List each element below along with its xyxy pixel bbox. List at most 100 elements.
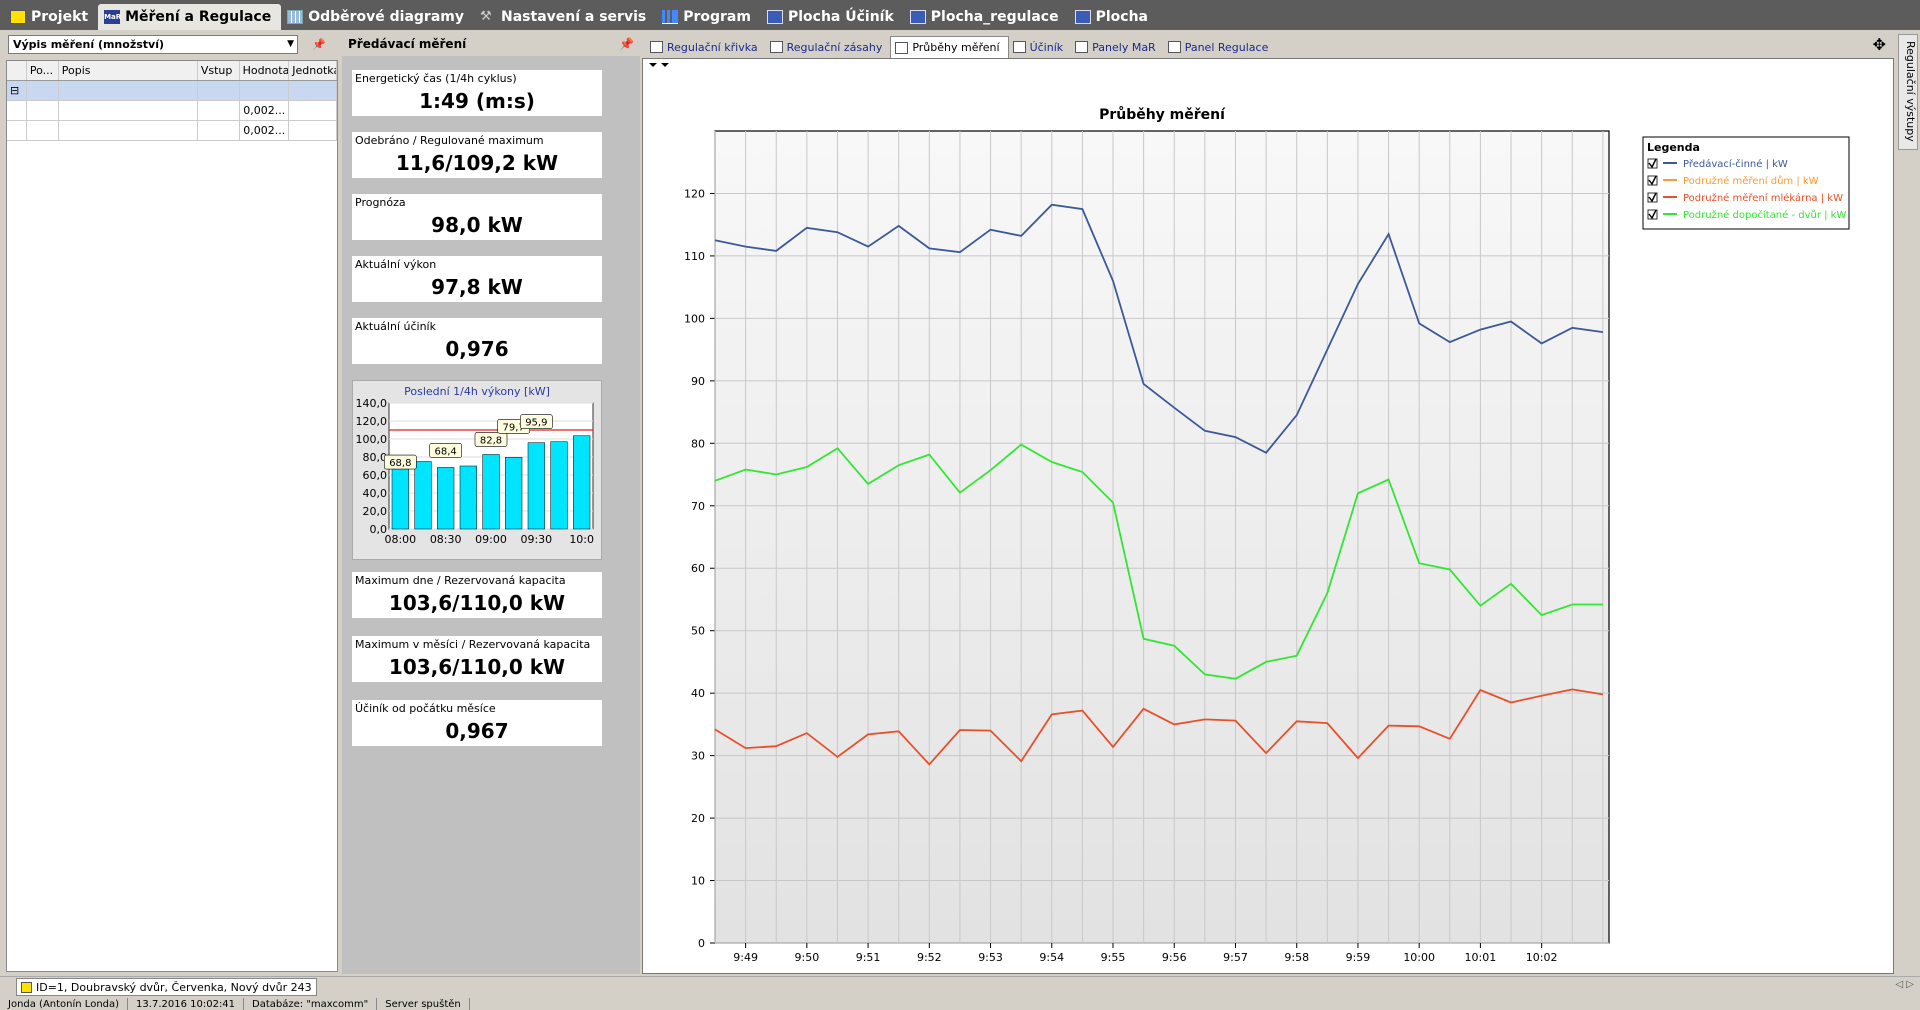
y-tick-label: 90 — [691, 375, 705, 388]
y-tick-label: 120 — [684, 187, 705, 200]
pin-icon[interactable]: 📌 — [619, 37, 634, 51]
y-tick-label: 110 — [684, 250, 705, 263]
mini-xtick-label: 08:30 — [430, 533, 462, 546]
mini-bar[interactable] — [459, 465, 477, 530]
pin-icon[interactable]: 📌 — [312, 38, 326, 51]
metric-label: Odebráno / Regulované maximum — [355, 134, 544, 147]
x-tick-label: 9:51 — [856, 951, 881, 964]
chart-tab-panely-mar[interactable]: Panely MaR — [1071, 36, 1164, 58]
metric-value: 97,8 kW — [431, 275, 523, 299]
y-tick-label: 30 — [691, 750, 705, 763]
main-tab-mereni-a-regulace[interactable]: MaR Měření a Regulace — [98, 4, 282, 30]
regulation-outputs-side-button[interactable]: Regulační výstupy — [1898, 34, 1918, 150]
legend-entry[interactable]: Podružné měření dům | kW — [1683, 175, 1819, 187]
table-row[interactable]: ⊟ — [7, 81, 337, 101]
x-tick-label: 9:57 — [1223, 951, 1248, 964]
mini-bar[interactable] — [391, 466, 409, 530]
y-tick-label: 40 — [691, 687, 705, 700]
mini-xtick-label: 08:00 — [384, 533, 416, 546]
mini-ytick-label: 120,0 — [356, 415, 388, 428]
mini-data-label: 95,9 — [525, 418, 547, 429]
tab-scroll-arrows-icon[interactable]: ◁ ▷ — [1895, 979, 1914, 990]
status-datetime: 13.7.2016 10:02:41 — [128, 998, 245, 1010]
metric-label: Prognóza — [355, 196, 406, 209]
x-tick-label: 9:52 — [917, 951, 942, 964]
last-quarter-hour-chart: Poslední 1/4h výkony [kW] 0,0 20,0 40,0 60,0… — [352, 380, 602, 560]
metric-card-maximum-v-mesici-rezervovana-k: Maximum v měsíci / Rezervovaná kapacita 1… — [352, 636, 602, 682]
measurement-list-panel: Výpis měření (množství) ▼ 📌 Po... Popis V… — [4, 32, 338, 974]
mini-bar[interactable] — [482, 454, 500, 530]
main-tab-plocha-ucinik[interactable]: Plocha Účiník — [761, 4, 904, 30]
column-header-hodnota[interactable]: Hodnota — [240, 61, 290, 80]
table-cell-value — [240, 81, 290, 100]
mini-data-label: 68,4 — [435, 446, 457, 457]
table-cell — [59, 101, 198, 120]
measurement-line-chart-svg: Průběhy měření 0 10 20 30 40 50 60 70 80 90 100 110 1… — [643, 59, 1893, 973]
main-tab-label: Projekt — [31, 9, 89, 25]
x-tick-label: 10:00 — [1403, 951, 1435, 964]
metric-value: 98,0 kW — [431, 213, 523, 237]
table-row[interactable]: 0,002... — [7, 121, 337, 141]
main-tab-plocha-regulace[interactable]: Plocha_regulace — [904, 4, 1069, 30]
chart-panel: Regulační křivka Regulační zásahy Průběhy … — [642, 32, 1896, 974]
mini-bar[interactable] — [527, 442, 545, 530]
chart-title: Průběhy měření — [1099, 106, 1226, 123]
main-tab-label: Měření a Regulace — [125, 9, 272, 25]
chart-tab-label: Účiník — [1029, 40, 1064, 54]
plocha-icon — [1074, 10, 1091, 24]
y-tick-label: 20 — [691, 812, 705, 825]
chart-tab-regulacni-zasahy[interactable]: Regulační zásahy — [766, 36, 891, 58]
metric-label: Energetický čas (1/4h cyklus) — [355, 72, 517, 85]
move-icon[interactable]: ✥ — [1873, 35, 1886, 54]
chart-tab-ucinik[interactable]: Účiník — [1009, 36, 1072, 58]
chart-area: Průběhy měření 0 10 20 30 40 50 60 70 80 90 100 110 1… — [642, 58, 1894, 974]
main-tab-plocha[interactable]: Plocha — [1069, 4, 1158, 30]
column-header-popis[interactable]: Popis — [59, 61, 198, 80]
chart-tab-prubehy-mereni[interactable]: Průběhy měření — [890, 36, 1009, 58]
main-tab-label: Plocha — [1095, 9, 1148, 25]
x-tick-label: 9:55 — [1101, 951, 1126, 964]
table-cell — [198, 101, 240, 120]
project-tab[interactable]: ID=1, Doubravský dvůr, Červenka, Nový dv… — [16, 978, 317, 996]
mini-bar[interactable] — [550, 441, 568, 530]
main-tab-program[interactable]: Program — [656, 4, 761, 30]
mini-bar[interactable] — [505, 457, 523, 530]
metric-card-odebrano-regulovane-maximum: Odebráno / Regulované maximum 11,6/109,2 … — [352, 132, 602, 178]
column-header-jednotka[interactable]: Jednotka — [289, 61, 337, 80]
mini-xtick-label: 09:30 — [520, 533, 552, 546]
transfer-measurement-panel: Předávací měření 📌 Energetický čas (1/4h… — [342, 32, 640, 974]
table-cell — [59, 81, 198, 100]
metric-value: 103,6/110,0 kW — [388, 591, 566, 615]
mini-ytick-label: 80,0 — [363, 451, 388, 464]
wrench-icon: ⚒ — [480, 9, 492, 24]
expand-icon[interactable]: ⊟ — [7, 81, 27, 100]
main-tab-projekt[interactable]: Projekt — [4, 4, 98, 30]
chart-tab-panel-regulace[interactable]: Panel Regulace — [1164, 36, 1277, 58]
mini-bar[interactable] — [414, 461, 432, 530]
legend-entry[interactable]: Předávací-činné | kW — [1683, 158, 1788, 170]
mini-xtick-label: 09:00 — [475, 533, 507, 546]
chevron-down-icon[interactable]: ▼ — [287, 36, 294, 53]
measurement-selector[interactable]: Výpis měření (množství) ▼ — [8, 34, 298, 54]
metric-value: 11,6/109,2 kW — [395, 151, 559, 175]
x-tick-label: 10:01 — [1465, 951, 1497, 964]
main-tab-nastaveni-a-servis[interactable]: ⚒ Nastavení a servis — [474, 4, 656, 30]
bars-icon — [662, 10, 679, 24]
table-header-row: Po... Popis Vstup Hodnota Jednotka — [7, 61, 337, 81]
main-tab-odberove-diagramy[interactable]: Odběrové diagramy — [281, 4, 474, 30]
mini-bar-chart-svg: Poslední 1/4h výkony [kW]0,020,040,060,0… — [356, 385, 595, 546]
plot-area — [714, 130, 1610, 944]
mini-bar[interactable] — [437, 467, 455, 530]
mini-bar[interactable] — [573, 435, 591, 530]
table-cell — [198, 121, 240, 140]
metric-value: 103,6/110,0 kW — [388, 655, 566, 679]
table-row[interactable]: 0,002... — [7, 101, 337, 121]
column-header-po[interactable]: Po... — [27, 61, 59, 80]
table-cell — [27, 101, 59, 120]
legend-entry[interactable]: Podružné měření mlékárna | kW — [1683, 192, 1843, 204]
chart-tab-regulacni-krivka[interactable]: Regulační křivka — [646, 36, 766, 58]
project-tab-bar: ID=1, Doubravský dvůr, Červenka, Nový dv… — [0, 976, 1920, 996]
column-header-vstup[interactable]: Vstup — [198, 61, 240, 80]
metric-value: 0,976 — [445, 337, 509, 361]
legend-entry[interactable]: Podružné dopočítané - dvůr | kW — [1683, 209, 1846, 221]
